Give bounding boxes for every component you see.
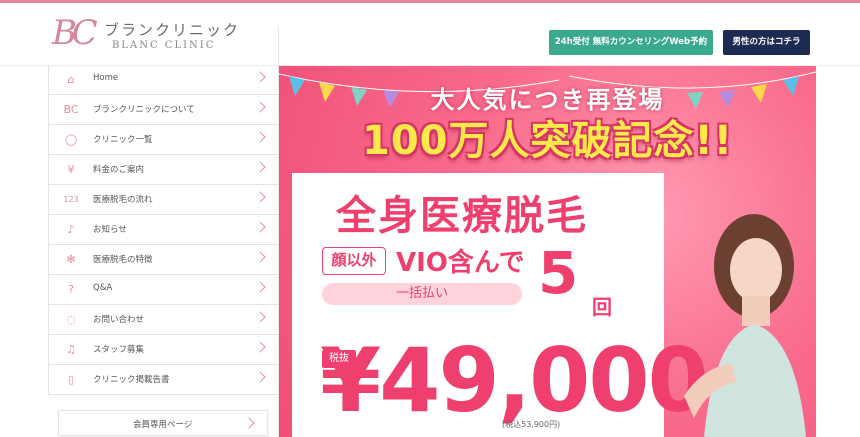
model-photo [684,214,806,437]
hero-banner[interactable]: 大人気につき再登場 100万人突破記念!! 全身医療脱毛 顔以外 VIO含んで … [279,66,816,437]
sparkle-icon: ✻ [66,253,76,266]
sidebar-item-label: Home [93,73,119,83]
offer-title: 全身医療脱毛 [336,193,588,239]
session-count: 5 [538,239,579,307]
steps-icon: 123 [63,195,79,204]
catch-main-headline: 100万人突破記念!! [362,118,733,164]
chevron-right-icon [254,341,266,353]
chevron-right-icon [254,281,266,293]
chevron-right-icon [254,191,266,203]
music-note-icon: ♫ [66,343,76,356]
chat-icon: ◌ [66,313,76,326]
sidebar-item-label: 医療脱毛の流れ [93,195,153,205]
sidebar-item-label: お問い合わせ [93,315,145,325]
chevron-right-icon [254,251,266,263]
logo-japanese: ブランクリニック [104,21,241,39]
site-header: BC ブランクリニック BLANC CLINIC 24h受付 無料カウンセリング… [0,3,860,65]
chevron-right-icon [254,131,266,143]
sidebar-item-pricing[interactable]: ¥ 料金のご案内 [48,155,278,185]
session-unit: 回 [592,295,612,319]
home-icon: ⌂ [67,73,75,86]
sidebar-item-label: 料金のご案内 [93,165,145,175]
vio-included-text: VIO含んで [396,248,525,278]
logo-english: BLANC CLINIC [112,40,216,51]
chevron-right-icon [254,161,266,173]
tax-excluded-badge: 税抜 [322,350,356,368]
sidebar-nav: ⌂ Home BC ブランクリニックについて ◯ クリニック一覧 ¥ 料金のご案… [48,65,278,395]
sidebar-item-qa[interactable]: ? Q&A [48,275,278,305]
sidebar-item-about[interactable]: BC ブランクリニックについて [48,95,278,125]
member-page-label: 会員専用ページ [133,420,193,430]
sidebar-item-news[interactable]: ♪ お知らせ [48,215,278,245]
map-pin-icon: ◯ [64,133,78,146]
chevron-right-icon [254,371,266,383]
bell-icon: ♪ [67,223,75,236]
chevron-right-icon [254,221,266,233]
mens-page-button[interactable]: 男性の方はコチラ [723,30,810,55]
sidebar-item-home[interactable]: ⌂ Home [48,65,278,95]
sidebar-item-label: 医療脱毛の特徴 [93,255,153,265]
lump-sum-pill: 一括払い [322,283,522,305]
sidebar-item-recruit[interactable]: ♫ スタッフ募集 [48,335,278,365]
offer-card: 全身医療脱毛 顔以外 VIO含んで 一括払い 5 回 ¥49,000 税抜 (税… [292,173,709,437]
member-page-button[interactable]: 会員専用ページ [58,410,268,436]
sidebar-item-label: クリニック一覧 [93,135,153,145]
web-reservation-button[interactable]: 24h受付 無料カウンセリングWeb予約 [549,30,713,55]
chevron-right-icon [254,311,266,323]
question-icon: ? [68,283,74,296]
bc-logo-icon: BC [63,103,79,116]
chevron-right-icon [243,417,255,429]
yen-icon: ¥ [67,163,75,176]
logo-mark: BC [52,13,98,53]
chevron-right-icon [254,101,266,113]
sidebar-item-label: クリニック掲載告書 [93,375,170,385]
site-logo[interactable]: BC ブランクリニック BLANC CLINIC [52,13,252,57]
sidebar-item-clinics[interactable]: ◯ クリニック一覧 [48,125,278,155]
offer-price: ¥49,000 [320,329,709,432]
tax-included-note: (税込53,900円) [502,420,561,429]
sidebar-item-label: お知らせ [93,225,127,235]
document-icon: ▯ [67,373,75,386]
sidebar-item-contact[interactable]: ◌ お問い合わせ [48,305,278,335]
chevron-right-icon [254,71,266,83]
sidebar-item-notice[interactable]: ▯ クリニック掲載告書 [48,365,278,395]
sidebar-item-features[interactable]: ✻ 医療脱毛の特徴 [48,245,278,275]
sidebar-item-label: Q&A [93,283,113,293]
sidebar-item-flow[interactable]: 123 医療脱毛の流れ [48,185,278,215]
sidebar-item-label: スタッフ募集 [93,345,145,355]
face-excluded-tag: 顔以外 [322,247,386,275]
sidebar-item-label: ブランクリニックについて [93,105,195,115]
